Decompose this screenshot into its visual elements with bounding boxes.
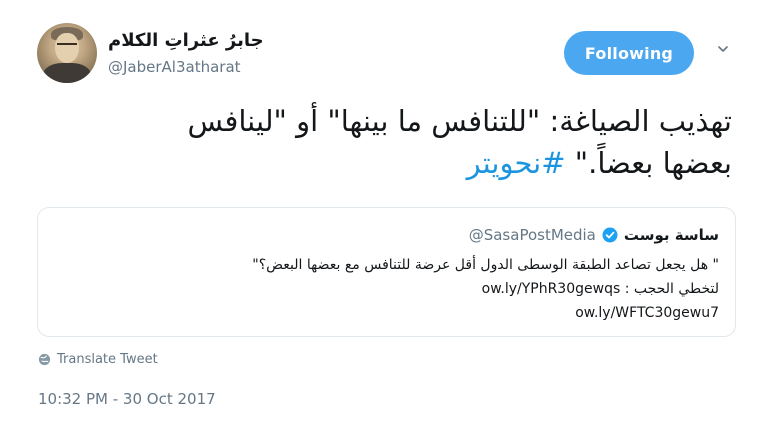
- quoted-line-2-text: لتخطي الحجب :: [624, 281, 719, 297]
- quoted-link-1: ow.ly/YPhR30gewqs: [481, 281, 621, 297]
- avatar-glasses: [57, 43, 77, 50]
- quoted-line-2: لتخطي الحجب : ow.ly/YPhR30gewqs: [59, 277, 719, 301]
- hashtag-link[interactable]: #نحويتر: [467, 146, 566, 180]
- quoted-tweet-text: " هل يجعل تصاعد الطبقة الوسطى الدول أقل …: [59, 253, 719, 325]
- tweet-line-2: بعضها بعضاً.": [574, 146, 732, 180]
- translate-tweet-link[interactable]: Translate Tweet: [38, 352, 158, 367]
- avatar-coat: [43, 63, 91, 83]
- quoted-tweet-header: ساسة بوست @SasaPostMedia: [469, 226, 719, 244]
- tweet-timestamp[interactable]: 10:32 PM - 30 Oct 2017: [38, 390, 216, 408]
- chevron-down-icon[interactable]: [718, 44, 728, 54]
- quoted-link-2: ow.ly/WFTC30gewu7: [575, 305, 719, 321]
- author-handle[interactable]: @JaberAl3atharat: [108, 58, 241, 76]
- author-display-name[interactable]: جابرُ عثراتِ الكلام: [108, 30, 264, 51]
- tweet-line-1: تهذيب الصياغة: "للتنافس ما بينها" أو "لي…: [187, 104, 732, 138]
- quoted-line-3: ow.ly/WFTC30gewu7: [59, 301, 719, 325]
- author-avatar[interactable]: [37, 23, 97, 83]
- quoted-author-handle: @SasaPostMedia: [468, 226, 596, 244]
- verified-badge-icon: [602, 227, 618, 243]
- quoted-line-1: " هل يجعل تصاعد الطبقة الوسطى الدول أقل …: [252, 257, 719, 273]
- following-button[interactable]: Following: [564, 31, 694, 75]
- quoted-author-name: ساسة بوست: [623, 226, 719, 244]
- tweet-text: تهذيب الصياغة: "للتنافس ما بينها" أو "لي…: [32, 100, 732, 184]
- translate-tweet-label[interactable]: Translate Tweet: [57, 352, 158, 367]
- globe-icon: [38, 353, 51, 366]
- quoted-tweet-card[interactable]: ساسة بوست @SasaPostMedia " هل يجعل تصاعد…: [37, 207, 736, 337]
